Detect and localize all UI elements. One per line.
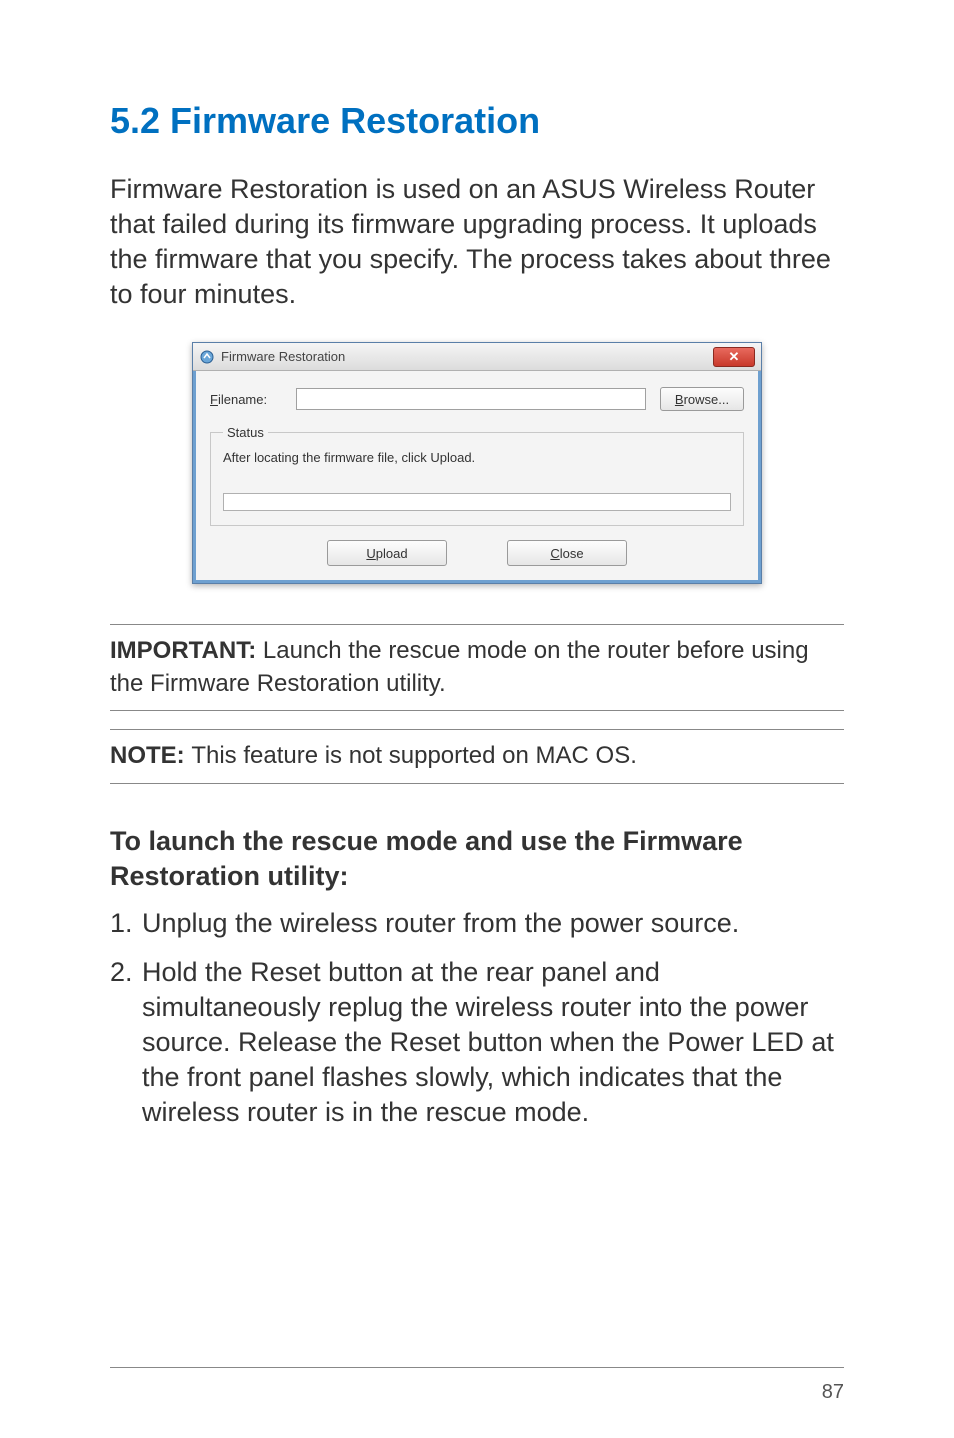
list-item: 1. Unplug the wireless router from the p… [110,906,844,941]
note-box: NOTE: This feature is not supported on M… [110,729,844,783]
section-heading: 5.2 Firmware Restoration [110,100,844,142]
intro-paragraph: Firmware Restoration is used on an ASUS … [110,172,844,312]
upload-button[interactable]: Upload [327,540,447,566]
close-icon[interactable]: ✕ [713,347,755,367]
list-item: 2. Hold the Reset button at the rear pan… [110,955,844,1130]
list-number: 1. [110,906,142,941]
subheading: To launch the rescue mode and use the Fi… [110,824,844,894]
list-text: Unplug the wireless router from the powe… [142,906,844,941]
important-label: IMPORTANT: [110,637,263,664]
firmware-restoration-dialog: Firmware Restoration ✕ Filename: Browse.… [192,342,762,584]
list-text: Hold the Reset button at the rear panel … [142,955,844,1130]
footer-divider [110,1367,844,1368]
note-label: NOTE: [110,742,191,769]
browse-button[interactable]: Browse... [660,387,744,411]
app-icon [199,349,215,365]
dialog-button-row: Upload Close [210,540,744,566]
filename-input[interactable] [296,388,646,410]
filename-label: Filename: [210,392,282,407]
dialog-titlebar: Firmware Restoration ✕ [193,343,761,371]
status-fieldset: Status After locating the firmware file,… [210,425,744,526]
list-number: 2. [110,955,142,1130]
status-text: After locating the firmware file, click … [223,450,731,465]
progress-bar [223,493,731,511]
note-text: This feature is not supported on MAC OS. [191,742,637,769]
important-note: IMPORTANT: Launch the rescue mode on the… [110,624,844,711]
dialog-title: Firmware Restoration [221,349,345,364]
filename-row: Filename: Browse... [210,387,744,411]
dialog-body: Filename: Browse... Status After locatin… [193,371,761,583]
close-button[interactable]: Close [507,540,627,566]
page-number: 87 [822,1381,844,1404]
dialog-screenshot-wrapper: Firmware Restoration ✕ Filename: Browse.… [110,342,844,584]
status-legend: Status [223,425,268,440]
